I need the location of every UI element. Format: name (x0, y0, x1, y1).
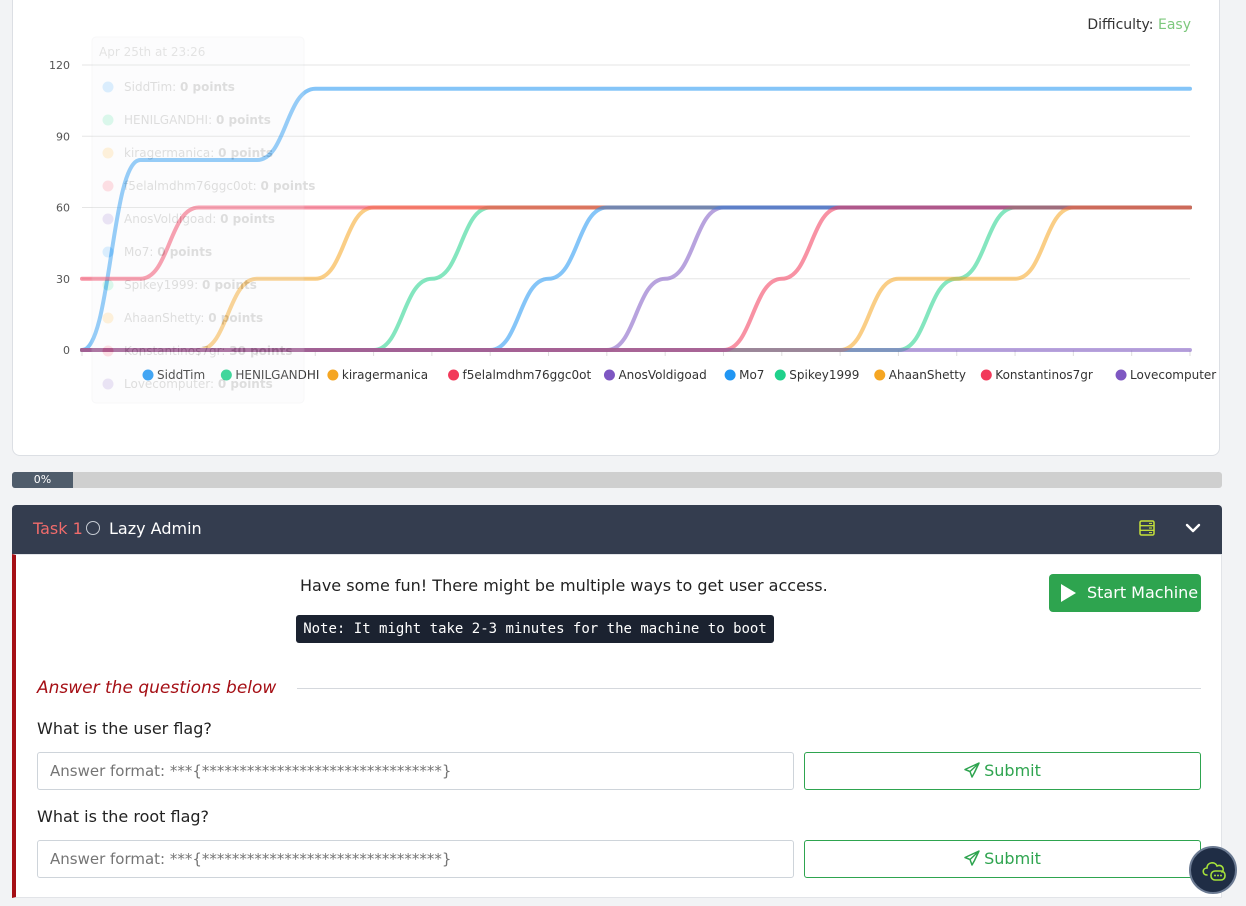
y-tick-label: 120 (49, 59, 70, 72)
task-header[interactable]: Task 1 Lazy Admin (12, 505, 1222, 554)
legend-swatch (1115, 369, 1127, 381)
paper-plane-icon (964, 762, 980, 778)
task-title: Lazy Admin (109, 519, 202, 538)
legend-swatch (448, 369, 460, 381)
answer-divider (297, 688, 1201, 689)
legend-label: Mo7 (739, 368, 764, 382)
paper-plane-icon (964, 850, 980, 866)
tooltip-row: SiddTim: 0 points (124, 80, 235, 94)
tooltip-swatch (102, 213, 114, 225)
chat-cloud-icon (1202, 862, 1226, 881)
start-machine-button[interactable]: Start Machine (1049, 574, 1201, 612)
tooltip-swatch (102, 312, 114, 324)
tooltip-row: AnosVoldigoad: 0 points (124, 212, 275, 226)
legend-label: f5elalmdhm76ggc0ot (463, 368, 592, 382)
progress-label: 0% (33, 473, 52, 486)
legend-label: Spikey1999 (789, 368, 859, 382)
task-description: Have some fun! There might be multiple w… (300, 576, 828, 595)
tooltip-row: Spikey1999: 0 points (124, 278, 257, 292)
legend-label: kiragermanica (342, 368, 428, 382)
progress-bar: 0% (12, 472, 1222, 488)
tooltip-row: HENILGANDHI: 0 points (124, 113, 271, 127)
question-label: What is the user flag? (37, 719, 212, 738)
y-tick-label: 30 (56, 273, 70, 286)
y-tick-label: 90 (56, 130, 70, 143)
tooltip-row: kiragermanica: 0 points (124, 146, 273, 160)
tooltip-row: f5elalmdhm76ggc0ot: 0 points (124, 179, 315, 193)
submit-button[interactable]: Submit (804, 840, 1201, 878)
task-number: Task 1 (33, 519, 83, 538)
server-icon[interactable] (1139, 520, 1155, 536)
y-tick-label: 0 (63, 344, 70, 357)
tooltip-row: Lovecomputer: 0 points (124, 377, 273, 391)
chat-button[interactable] (1189, 846, 1237, 894)
submit-label: Submit (984, 849, 1041, 868)
task-note: Note: It might take 2-3 minutes for the … (296, 615, 774, 643)
tooltip-swatch (102, 81, 114, 93)
legend-label: AhaanShetty (889, 368, 966, 382)
tooltip-swatch (102, 180, 114, 192)
answer-heading: Answer the questions below (37, 678, 277, 698)
tooltip-title: Apr 25th at 23:26 (99, 45, 205, 59)
tooltip-swatch (102, 114, 114, 126)
y-tick-label: 60 (56, 202, 70, 215)
points-line-chart[interactable]: 0306090120SiddTimHENILGANDHIkiragermanic… (0, 0, 1246, 460)
user-flag-input[interactable] (37, 752, 794, 790)
play-icon (1061, 584, 1076, 602)
tooltip-row: Konstantinos7gr: 30 points (124, 344, 292, 358)
legend-swatch (327, 369, 339, 381)
legend-swatch (603, 369, 615, 381)
root-flag-input[interactable] (37, 840, 794, 878)
tooltip-swatch (102, 345, 114, 357)
tooltip-swatch (102, 147, 114, 159)
legend-label: Lovecomputer (1130, 368, 1216, 382)
task-status-circle-icon (86, 521, 100, 535)
tooltip-swatch (102, 246, 114, 258)
tooltip-swatch (102, 378, 114, 390)
tooltip-row: Mo7: 0 points (124, 245, 212, 259)
legend-label: AnosVoldigoad (618, 368, 706, 382)
chart-tooltip: Apr 25th at 23:26 SiddTim: 0 points HENILG… (91, 36, 315, 404)
legend-swatch (774, 369, 786, 381)
submit-button[interactable]: Submit (804, 752, 1201, 790)
legend-label: Konstantinos7gr (995, 368, 1093, 382)
legend-swatch (724, 369, 736, 381)
submit-label: Submit (984, 761, 1041, 780)
start-machine-label: Start Machine (1087, 583, 1199, 602)
chevron-down-icon[interactable] (1184, 520, 1202, 536)
tooltip-row: AhaanShetty: 0 points (124, 311, 263, 325)
legend-swatch (980, 369, 992, 381)
question-label: What is the root flag? (37, 807, 210, 826)
tooltip-swatch (102, 279, 114, 291)
legend-swatch (874, 369, 886, 381)
